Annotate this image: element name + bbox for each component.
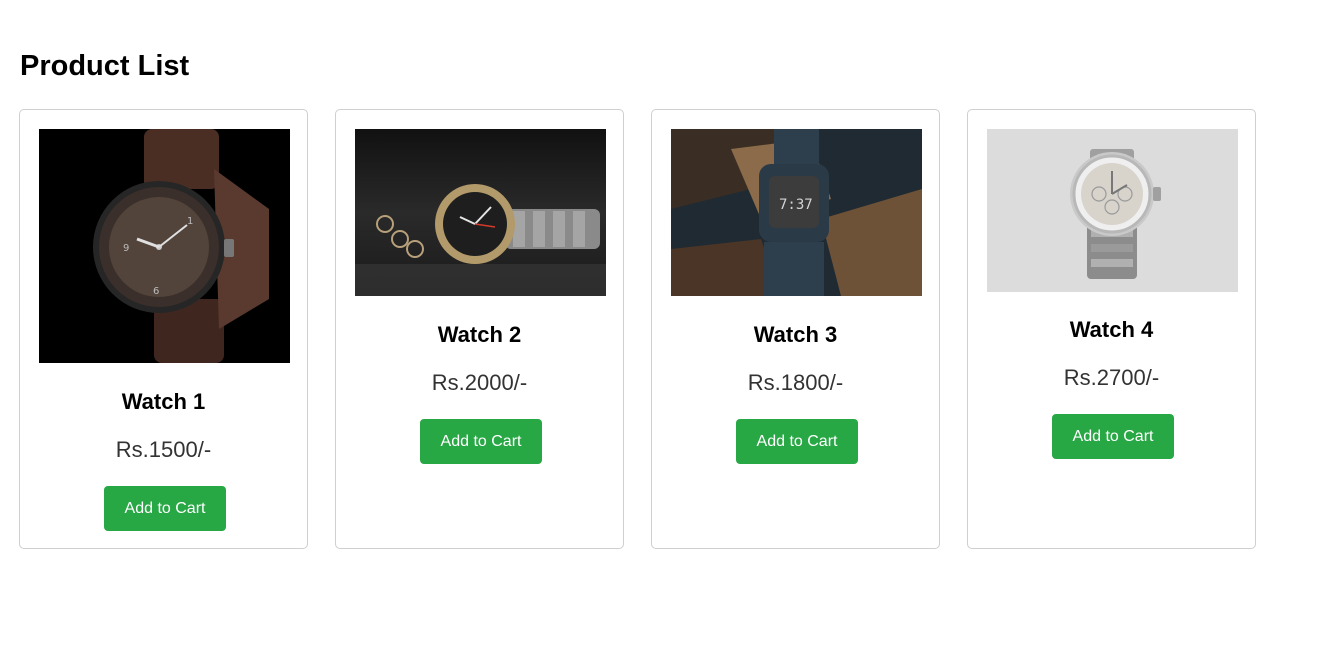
svg-text:6: 6 [153, 286, 159, 297]
steel-band-wristwatch-photo [355, 129, 606, 296]
product-list-page: Product List 1 9 6 Watch 1 Rs.1500/- Add… [0, 0, 1344, 670]
brown-strap-wristwatch-photo: 1 9 6 [39, 129, 290, 363]
product-name: Watch 2 [437, 322, 522, 347]
product-image-watch-4 [987, 129, 1238, 292]
add-to-cart-button[interactable]: Add to Cart [104, 486, 226, 531]
add-to-cart-button[interactable]: Add to Cart [420, 419, 542, 464]
product-card-watch-2: Watch 2 Rs.2000/- Add to Cart [335, 109, 624, 549]
product-image-watch-3: 7:37 [671, 129, 922, 296]
digital-sport-watch-photo: 7:37 [671, 129, 922, 296]
product-image-watch-2 [355, 129, 606, 296]
add-to-cart-button[interactable]: Add to Cart [1052, 414, 1174, 459]
silver-chronograph-watch-photo [987, 129, 1238, 292]
svg-text:9: 9 [123, 243, 129, 254]
svg-text:7:37: 7:37 [779, 197, 813, 213]
product-price: Rs.2000/- [431, 370, 528, 395]
product-name: Watch 4 [1069, 317, 1154, 342]
product-card-watch-4: Watch 4 Rs.2700/- Add to Cart [967, 109, 1256, 549]
product-image-watch-1: 1 9 6 [39, 129, 290, 363]
svg-text:1: 1 [187, 216, 193, 227]
product-name: Watch 1 [121, 389, 206, 414]
add-to-cart-button[interactable]: Add to Cart [736, 419, 858, 464]
product-price: Rs.1500/- [115, 437, 212, 462]
product-price: Rs.1800/- [747, 370, 844, 395]
product-name: Watch 3 [753, 322, 838, 347]
product-card-watch-1: 1 9 6 Watch 1 Rs.1500/- Add to Cart [19, 109, 308, 549]
page-title: Product List [20, 50, 190, 82]
product-price: Rs.2700/- [1063, 365, 1160, 390]
product-card-watch-3: 7:37 Watch 3 Rs.1800/- Add to Cart [651, 109, 940, 549]
